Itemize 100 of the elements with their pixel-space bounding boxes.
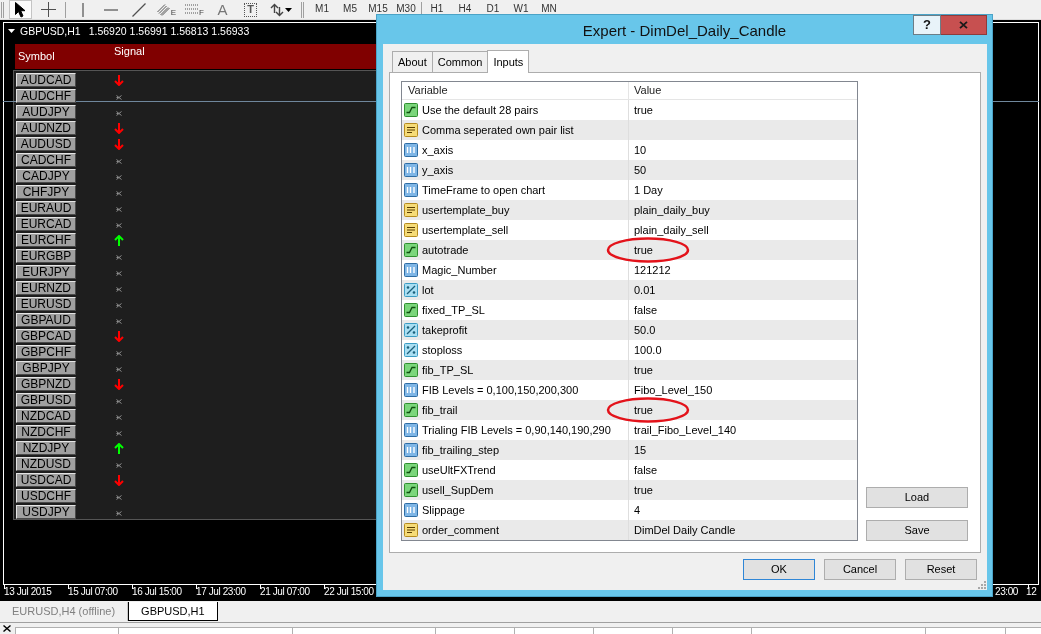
symbol-button[interactable]: AUDNZD [16, 121, 76, 135]
variable-value[interactable]: true [634, 243, 653, 257]
help-button[interactable]: ? [913, 15, 941, 35]
symbol-button[interactable]: EURCAD [16, 217, 76, 231]
channel-tool-button[interactable]: E [155, 0, 178, 19]
variable-value[interactable]: plain_daily_sell [634, 223, 709, 237]
text-lines-tile-icon [404, 523, 418, 537]
column-header[interactable]: Value [634, 84, 662, 97]
variable-value[interactable]: plain_daily_buy [634, 203, 710, 217]
symbol-button[interactable]: EURAUD [16, 201, 76, 215]
symbol-button[interactable]: CADJPY [16, 169, 76, 183]
symbol-button[interactable]: GBPUSD [16, 393, 76, 407]
symbol-button[interactable]: NZDJPY [16, 441, 76, 455]
variable-value[interactable]: 50.0 [634, 323, 656, 337]
time-axis-label: 22 Jul 15:00 [324, 586, 374, 598]
timeframe-button[interactable]: M1 [308, 0, 336, 19]
chart-symbol: GBPUSD,H1 [20, 25, 81, 37]
variable-value[interactable]: 4 [634, 503, 641, 517]
fibonacci-tool-button[interactable]: F [183, 0, 206, 19]
variable-value[interactable]: false [634, 303, 658, 317]
variable-value[interactable]: 121212 [634, 263, 671, 277]
variable-value[interactable]: Fibo_Level_150 [634, 383, 713, 397]
hatched-lines-icon [156, 3, 170, 16]
symbol-button[interactable]: GBPNZD [16, 377, 76, 391]
symbol-button[interactable]: NZDCAD [16, 409, 76, 423]
timeframe-button[interactable]: MN [535, 0, 563, 19]
symbol-button[interactable]: GBPCHF [16, 345, 76, 359]
small-cross-icon [116, 495, 122, 500]
timeframe-button[interactable]: M30 [392, 0, 420, 19]
caret-icon [285, 7, 292, 12]
symbol-button[interactable]: AUDJPY [16, 105, 76, 119]
variable-name: fixed_TP_SL [422, 303, 485, 317]
small-cross-icon [116, 191, 122, 196]
symbol-button[interactable]: AUDUSD [16, 137, 76, 151]
variable-value[interactable]: 100.0 [634, 343, 662, 357]
variable-value[interactable]: 10 [634, 143, 647, 157]
variable-value[interactable]: DimDel Daily Candle [634, 523, 736, 537]
symbol-button[interactable]: EURJPY [16, 265, 76, 279]
column-header: Signal [114, 45, 145, 58]
tab[interactable]: Inputs [487, 50, 530, 73]
step-line-tile-icon [404, 463, 418, 477]
variable-value[interactable]: false [634, 463, 658, 477]
text-lines-tile-icon [404, 203, 418, 217]
variable-value[interactable]: 0.01 [634, 283, 656, 297]
tab[interactable]: About [392, 51, 433, 72]
small-cross-icon [116, 399, 122, 404]
symbol-button[interactable]: USDJPY [16, 505, 76, 519]
close-button[interactable] [941, 15, 987, 35]
small-cross-icon [116, 303, 122, 308]
symbol-button[interactable]: EURCHF [16, 233, 76, 247]
dialog-button[interactable]: OK [743, 559, 815, 580]
timeframe-button[interactable]: H1 [423, 0, 451, 19]
timeframe-button[interactable]: H4 [451, 0, 479, 19]
symbol-button[interactable]: USDCAD [16, 473, 76, 487]
symbol-button[interactable]: CADCHF [16, 153, 76, 167]
variable-value[interactable]: true [634, 363, 653, 377]
symbol-button[interactable]: USDCHF [16, 489, 76, 503]
dialog-button[interactable]: Load [866, 487, 968, 508]
small-cross-icon [116, 223, 122, 228]
symbol-button[interactable]: AUDCHF [16, 89, 76, 103]
variable-value[interactable]: trail_Fibo_Level_140 [634, 423, 737, 437]
timeframe-button[interactable]: M15 [364, 0, 392, 19]
close-icon [3, 625, 11, 632]
variable-value[interactable]: true [634, 403, 653, 417]
variable-name: fib_TP_SL [422, 363, 474, 377]
symbol-button[interactable]: NZDCHF [16, 425, 76, 439]
small-cross-icon [116, 287, 122, 292]
symbol-button[interactable]: EURNZD [16, 281, 76, 295]
small-cross-icon [116, 511, 122, 516]
cursor-tool-button[interactable] [9, 0, 32, 19]
label-tool-button[interactable]: T [239, 0, 262, 19]
diagonal-line-icon [131, 2, 146, 17]
resize-grip-icon [977, 580, 986, 589]
variable-value[interactable]: true [634, 103, 653, 117]
symbol-button[interactable]: CHFJPY [16, 185, 76, 199]
variable-value[interactable]: 15 [634, 443, 647, 457]
dialog-button[interactable]: Save [866, 520, 968, 541]
vertical-bars-tile-icon [404, 163, 418, 177]
timeframe-button[interactable]: D1 [479, 0, 507, 19]
symbol-button[interactable]: GBPAUD [16, 313, 76, 327]
horizontal-line-icon [103, 8, 118, 11]
dialog-button[interactable]: Cancel [824, 559, 896, 580]
symbol-button[interactable]: EURGBP [16, 249, 76, 263]
variable-value[interactable]: 1 Day [634, 183, 663, 197]
variable-name: usell_SupDem [422, 483, 494, 497]
symbol-button[interactable]: AUDCAD [16, 73, 76, 87]
symbol-button[interactable]: NZDUSD [16, 457, 76, 471]
dialog-button[interactable]: Reset [905, 559, 977, 580]
chart-tab[interactable]: GBPUSD,H1 [128, 602, 218, 621]
variable-value[interactable]: 50 [634, 163, 647, 177]
symbol-button[interactable]: GBPJPY [16, 361, 76, 375]
timeframe-button[interactable]: M5 [336, 0, 364, 19]
symbol-button[interactable]: EURUSD [16, 297, 76, 311]
variable-value[interactable]: true [634, 483, 653, 497]
variable-name: y_axis [422, 163, 454, 177]
symbol-button[interactable]: GBPCAD [16, 329, 76, 343]
text-tool-button[interactable]: A [211, 0, 234, 19]
down-arrow-icon [114, 474, 124, 486]
column-header[interactable]: Variable [408, 84, 448, 97]
timeframe-button[interactable]: W1 [507, 0, 535, 19]
